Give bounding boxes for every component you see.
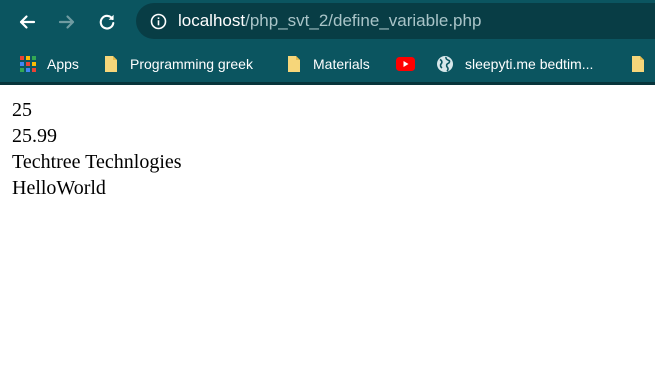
url-path: /php_svt_2/define_variable.php [245,11,482,30]
bookmark-label: sleepyti.me bedtim... [465,55,594,72]
forward-button[interactable] [51,6,83,38]
bookmark-label: Apps [47,55,79,72]
output-line: Techtree Technlogies [12,151,182,173]
apps-grid-icon [20,55,36,72]
bookmark-youtube[interactable] [396,45,426,82]
bookmarks-bar: Apps Programming greek Materials sleepyt… [0,45,655,82]
output-line: 25 [12,99,32,121]
back-arrow-icon [19,15,36,29]
back-button[interactable] [11,6,43,38]
url-text[interactable]: localhost/php_svt_2/define_variable.php [178,3,481,39]
bookmark-programming-greek[interactable]: Programming greek [103,45,253,82]
toolbar-divider [0,82,655,85]
bookmark-label: Materials [313,55,370,72]
bookmark-materials[interactable]: Materials [286,45,370,82]
reload-button[interactable] [91,6,123,38]
output-line: 25.99 [12,125,57,147]
folder-icon [632,55,644,72]
address-bar[interactable]: localhost/php_svt_2/define_variable.php [136,3,655,39]
browser-toolbar: localhost/php_svt_2/define_variable.php [0,0,655,45]
output-line: HelloWorld [12,177,106,199]
globe-icon [437,55,453,72]
bookmark-folder[interactable] [630,45,655,82]
page-output: 25 25.99 Techtree Technlogies HelloWorld [12,97,182,201]
bookmark-sleepytime[interactable]: sleepyti.me bedtim... [436,45,593,82]
youtube-icon [396,56,415,71]
bookmark-label: Programming greek [130,55,253,72]
bookmark-apps[interactable]: Apps [20,45,79,82]
folder-icon [288,55,300,72]
url-host: localhost [178,11,246,30]
reload-icon [99,14,115,30]
forward-arrow-icon [58,15,75,29]
folder-icon [105,55,117,72]
info-icon[interactable] [150,13,167,30]
